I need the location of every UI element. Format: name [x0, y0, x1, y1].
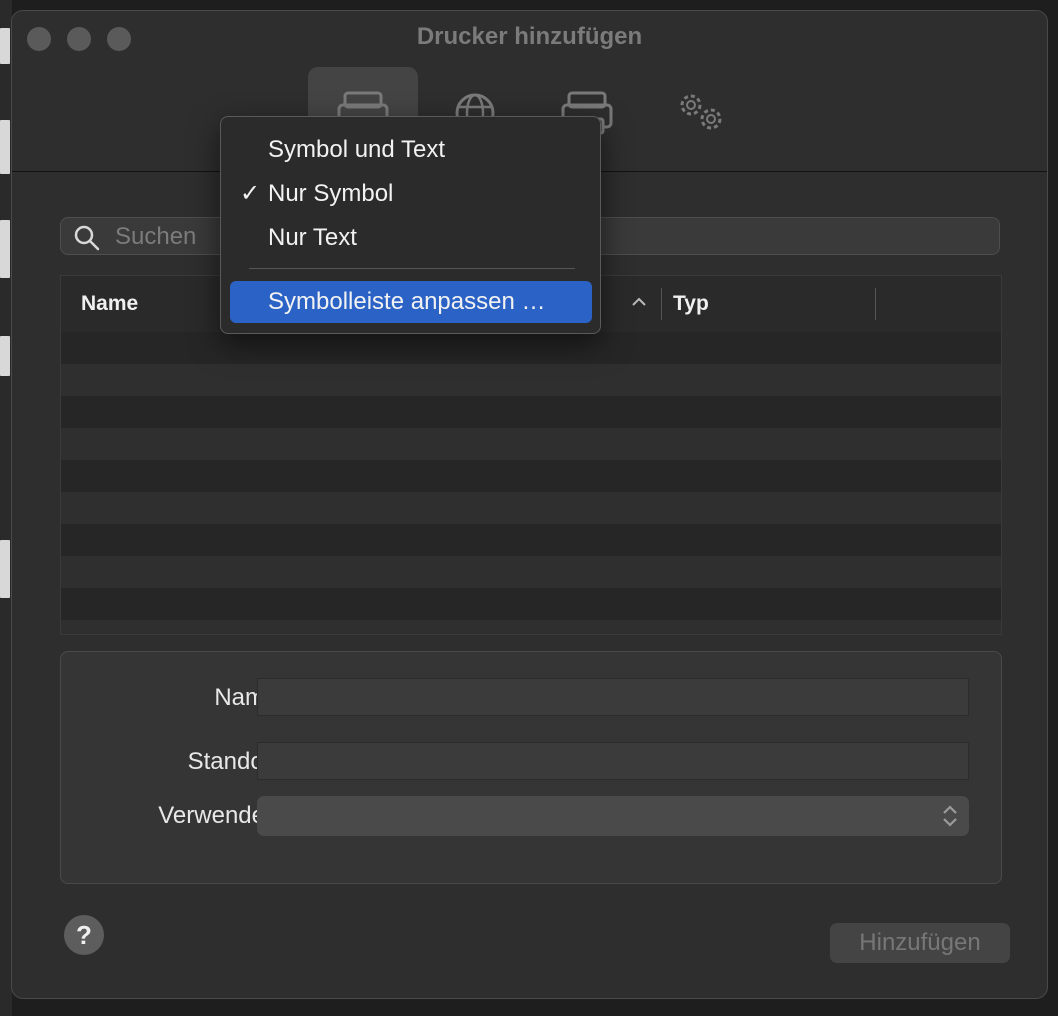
table-row[interactable]: [61, 556, 1001, 588]
location-field[interactable]: [257, 742, 969, 780]
desktop-thumbnail: [0, 28, 10, 64]
search-icon: [74, 225, 100, 251]
column-separator[interactable]: [875, 288, 876, 320]
desktop-thumbnail: [0, 220, 10, 278]
menu-item-label: Nur Text: [268, 224, 357, 251]
table-row[interactable]: [61, 332, 1001, 364]
menu-item-symbol-and-text[interactable]: Symbol und Text: [230, 129, 592, 171]
table-row[interactable]: [61, 620, 1001, 634]
window-title: Drucker hinzufügen: [416, 23, 643, 50]
table-row[interactable]: [61, 460, 1001, 492]
printer-details-form: Name: Standort: Verwenden:: [60, 651, 1002, 884]
table-row[interactable]: [61, 396, 1001, 428]
toolbar-context-menu: Symbol und Text ✓ Nur Symbol Nur Text Sy…: [220, 116, 601, 334]
name-field[interactable]: [257, 678, 969, 716]
column-header-type[interactable]: Typ: [673, 292, 709, 316]
menu-separator: [249, 268, 575, 269]
desktop-thumbnail: [0, 120, 10, 174]
column-header-name[interactable]: Name: [81, 292, 138, 316]
menu-item-label: Nur Symbol: [268, 180, 394, 207]
table-row[interactable]: [61, 524, 1001, 556]
table-row[interactable]: [61, 492, 1001, 524]
desktop-thumbnail: [0, 336, 10, 376]
menu-item-symbol-only[interactable]: ✓ Nur Symbol: [230, 173, 592, 215]
menu-item-label: Symbol und Text: [268, 136, 445, 163]
advanced-gears-icon: [680, 94, 722, 130]
sort-ascending-icon[interactable]: [631, 294, 647, 310]
help-button[interactable]: ?: [64, 915, 104, 955]
table-row[interactable]: [61, 588, 1001, 620]
menu-item-text-only[interactable]: Nur Text: [230, 217, 592, 259]
checkmark-icon: ✓: [240, 180, 261, 207]
table-row[interactable]: [61, 428, 1001, 460]
toolbar-advanced-button[interactable]: [644, 67, 754, 159]
use-driver-popup[interactable]: [257, 796, 969, 836]
updown-chevron-icon: [943, 805, 957, 827]
menu-item-customize-toolbar[interactable]: Symbolleiste anpassen …: [230, 281, 592, 323]
column-separator[interactable]: [661, 288, 662, 320]
table-row[interactable]: [61, 364, 1001, 396]
menu-item-label: Symbolleiste anpassen …: [268, 288, 546, 315]
add-button[interactable]: Hinzufügen: [830, 923, 1010, 963]
desktop-thumbnail: [0, 540, 10, 598]
